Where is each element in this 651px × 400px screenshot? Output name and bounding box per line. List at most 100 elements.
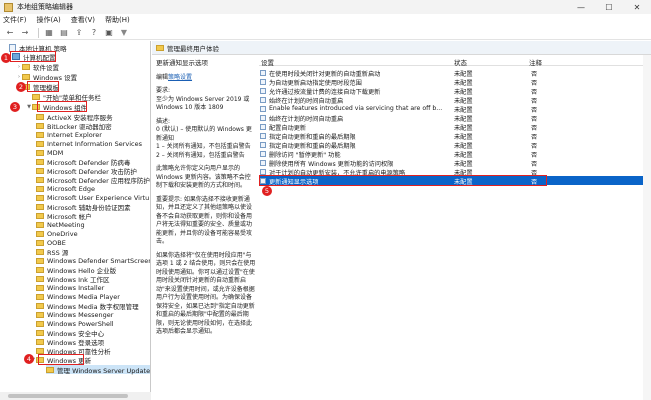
setting-row[interactable]: 指定自动更新和重启的最后期限 未配置否 — [259, 131, 643, 141]
menu-file[interactable]: 文件(F) — [3, 15, 27, 25]
setting-icon — [260, 96, 266, 103]
setting-row[interactable]: 删除访问 "暂停更新" 功能 未配置否 — [259, 149, 643, 159]
tree-item-installer[interactable]: Windows Installer — [36, 283, 104, 292]
setting-row[interactable]: 始终在计划的时间自动重启 未配置否 — [259, 95, 643, 105]
description-block: 描述: 0 (默认) – 使用默认的 Windows 更新通知 1 – 关闭所有通… — [156, 118, 256, 161]
properties-icon[interactable]: ▤ — [58, 27, 70, 38]
setting-name: Enable features introduced via servicing… — [269, 105, 443, 112]
tree-item-messenger[interactable]: Windows Messenger — [36, 310, 113, 319]
folder-icon — [36, 230, 44, 237]
setting-row[interactable]: 配置自动更新 未配置否 — [259, 122, 643, 132]
column-header-comment[interactable]: 注释 — [529, 57, 542, 67]
settings-list-header: 设置 状态 注释 — [259, 55, 643, 67]
maximize-button[interactable]: ☐ — [595, 0, 623, 14]
policy-title: 更新通知显示选项 — [156, 59, 208, 67]
tree-item-label: Internet Explorer — [47, 130, 102, 139]
step-marker-1: 1 — [1, 53, 11, 63]
tree-item-netmeeting[interactable]: NetMeeting — [36, 220, 85, 229]
setting-row[interactable]: 允许通过按流量计费的连接自动下载更新 未配置否 — [259, 86, 643, 96]
highlight-box-computer-config — [10, 51, 56, 62]
tree-item-label: OneDrive — [47, 229, 78, 238]
tree-item-label: Internet Information Services — [47, 139, 142, 148]
tree-item-onedrive[interactable]: OneDrive — [36, 229, 78, 238]
tree-item-media-drm[interactable]: Windows Media 数字权限管理 — [36, 301, 139, 311]
folder-icon — [36, 212, 44, 219]
setting-row[interactable]: Enable features introduced via servicing… — [259, 104, 643, 114]
setting-icon — [260, 132, 266, 139]
column-header-state[interactable]: 状态 — [454, 57, 467, 67]
folder-icon — [36, 338, 44, 345]
back-arrow-icon[interactable]: ← — [4, 27, 16, 38]
setting-row[interactable]: 指定自动更新和重启的最后期限 未配置否 — [259, 140, 643, 150]
step-marker-4: 4 — [24, 354, 34, 364]
step-marker-2: 2 — [16, 82, 26, 92]
settings-list[interactable]: 设置 状态 注释 在使用时段关闭针对更新的自动重新启动 未配置否 为自动更新启动指… — [259, 55, 643, 400]
tree-item-label: Microsoft Edge — [47, 184, 96, 193]
folder-icon — [36, 167, 44, 174]
column-header-setting[interactable]: 设置 — [261, 57, 274, 67]
window-title: 本地组策略编辑器 — [17, 3, 73, 11]
minimize-button[interactable]: — — [567, 0, 595, 14]
help-icon[interactable]: ? — [88, 27, 100, 38]
extended-view-icon[interactable]: ▣ — [103, 27, 115, 38]
setting-icon — [260, 69, 266, 76]
tree-item-label: Windows PowerShell — [47, 319, 114, 328]
tree-item-label: OOBE — [47, 238, 66, 247]
highlight-box-admin-templates — [27, 81, 59, 92]
tree-item-defender-app-guard[interactable]: Microsoft Defender 应用程序防护 — [36, 175, 150, 185]
tree-item-start-menu[interactable]: "开始"菜单和任务栏 — [26, 92, 101, 102]
folder-icon — [36, 158, 44, 165]
folder-icon — [36, 131, 44, 138]
menu-view[interactable]: 查看(V) — [71, 15, 95, 25]
setting-icon — [260, 150, 266, 157]
tree-item-label: Windows Messenger — [47, 310, 114, 319]
setting-row[interactable]: 为自动更新启动指定使用时段范围 未配置否 — [259, 77, 643, 87]
tree-item-bitlocker[interactable]: BitLocker 驱动器加密 — [36, 121, 112, 131]
highlight-box-windows-update — [38, 354, 84, 365]
app-icon — [4, 2, 13, 12]
tree-item-windows-settings[interactable]: › Windows 设置 — [16, 72, 78, 82]
tree-horizontal-scrollbar[interactable] — [0, 392, 151, 400]
tree-item-edge[interactable]: Microsoft Edge — [36, 184, 95, 193]
tree-item-ie[interactable]: Internet Explorer — [36, 130, 102, 139]
setting-row[interactable]: 始终在计划的时间自动重启 未配置否 — [259, 113, 643, 123]
setting-icon — [260, 114, 266, 121]
tree-item-label: Windows Defender SmartScreen — [47, 256, 151, 265]
tree-item-label: Windows Installer — [47, 283, 105, 292]
export-list-icon[interactable]: ⇪ — [73, 27, 85, 38]
tree-item-software-settings[interactable]: › 软件设置 — [16, 62, 59, 72]
folder-icon — [36, 113, 44, 120]
filter-icon[interactable]: ▼ — [118, 27, 130, 38]
scrollbar-thumb[interactable] — [8, 394, 128, 398]
tree-item-manage-wsus[interactable]: 管理 Windows Server Update — [46, 365, 151, 375]
tree-item-label: 管理 Windows Server Update — [57, 366, 151, 375]
tree-item-ms-account[interactable]: Microsoft 帐户 — [36, 211, 92, 221]
tree-pane[interactable]: 本地计算机 策略 ▼ 计算机配置 › 软件设置 › Windows 设置 ▼ 管… — [0, 41, 151, 400]
description-text: 0 (默认) – 使用默认的 Windows 更新通知 1 – 关闭所有通知，不… — [156, 126, 252, 159]
menu-action[interactable]: 操作(A) — [37, 15, 61, 25]
folder-icon — [36, 329, 44, 336]
show-hide-tree-icon[interactable]: ▦ — [43, 27, 55, 38]
setting-icon — [260, 123, 266, 130]
tree-item-iis[interactable]: Internet Information Services — [36, 139, 142, 148]
tree-item-rss[interactable]: RSS 源 — [36, 247, 69, 257]
folder-icon — [36, 293, 44, 300]
folder-icon — [36, 302, 44, 309]
requirements: 要求: 至少为 Windows Server 2019 或 Windows 10 … — [156, 87, 256, 113]
menu-help[interactable]: 帮助(H) — [105, 15, 130, 25]
tree-item-label: NetMeeting — [47, 220, 85, 229]
close-button[interactable]: ✕ — [623, 0, 651, 14]
tree-item-label: Windows 设置 — [33, 73, 78, 82]
forward-arrow-icon[interactable]: → — [19, 27, 31, 38]
setting-row[interactable]: 在使用时段关闭针对更新的自动重新启动 未配置否 — [259, 68, 643, 78]
toolbar: ← → ▦ ▤ ⇪ ? ▣ ▼ — [0, 26, 651, 40]
folder-icon — [36, 257, 44, 264]
tree-item-ink[interactable]: Windows Ink 工作区 — [36, 274, 109, 284]
tree-item-label: RSS 源 — [47, 248, 69, 257]
setting-row[interactable]: 删除使用所有 Windows 更新功能的访问权限 未配置否 — [259, 158, 643, 168]
highlight-box-selected-setting — [259, 175, 547, 186]
edit-policy-link[interactable]: 策略设置 — [168, 74, 192, 81]
highlight-box-windows-components — [37, 101, 87, 112]
details-vertical-scrollbar[interactable] — [643, 55, 651, 400]
setting-icon — [260, 141, 266, 148]
